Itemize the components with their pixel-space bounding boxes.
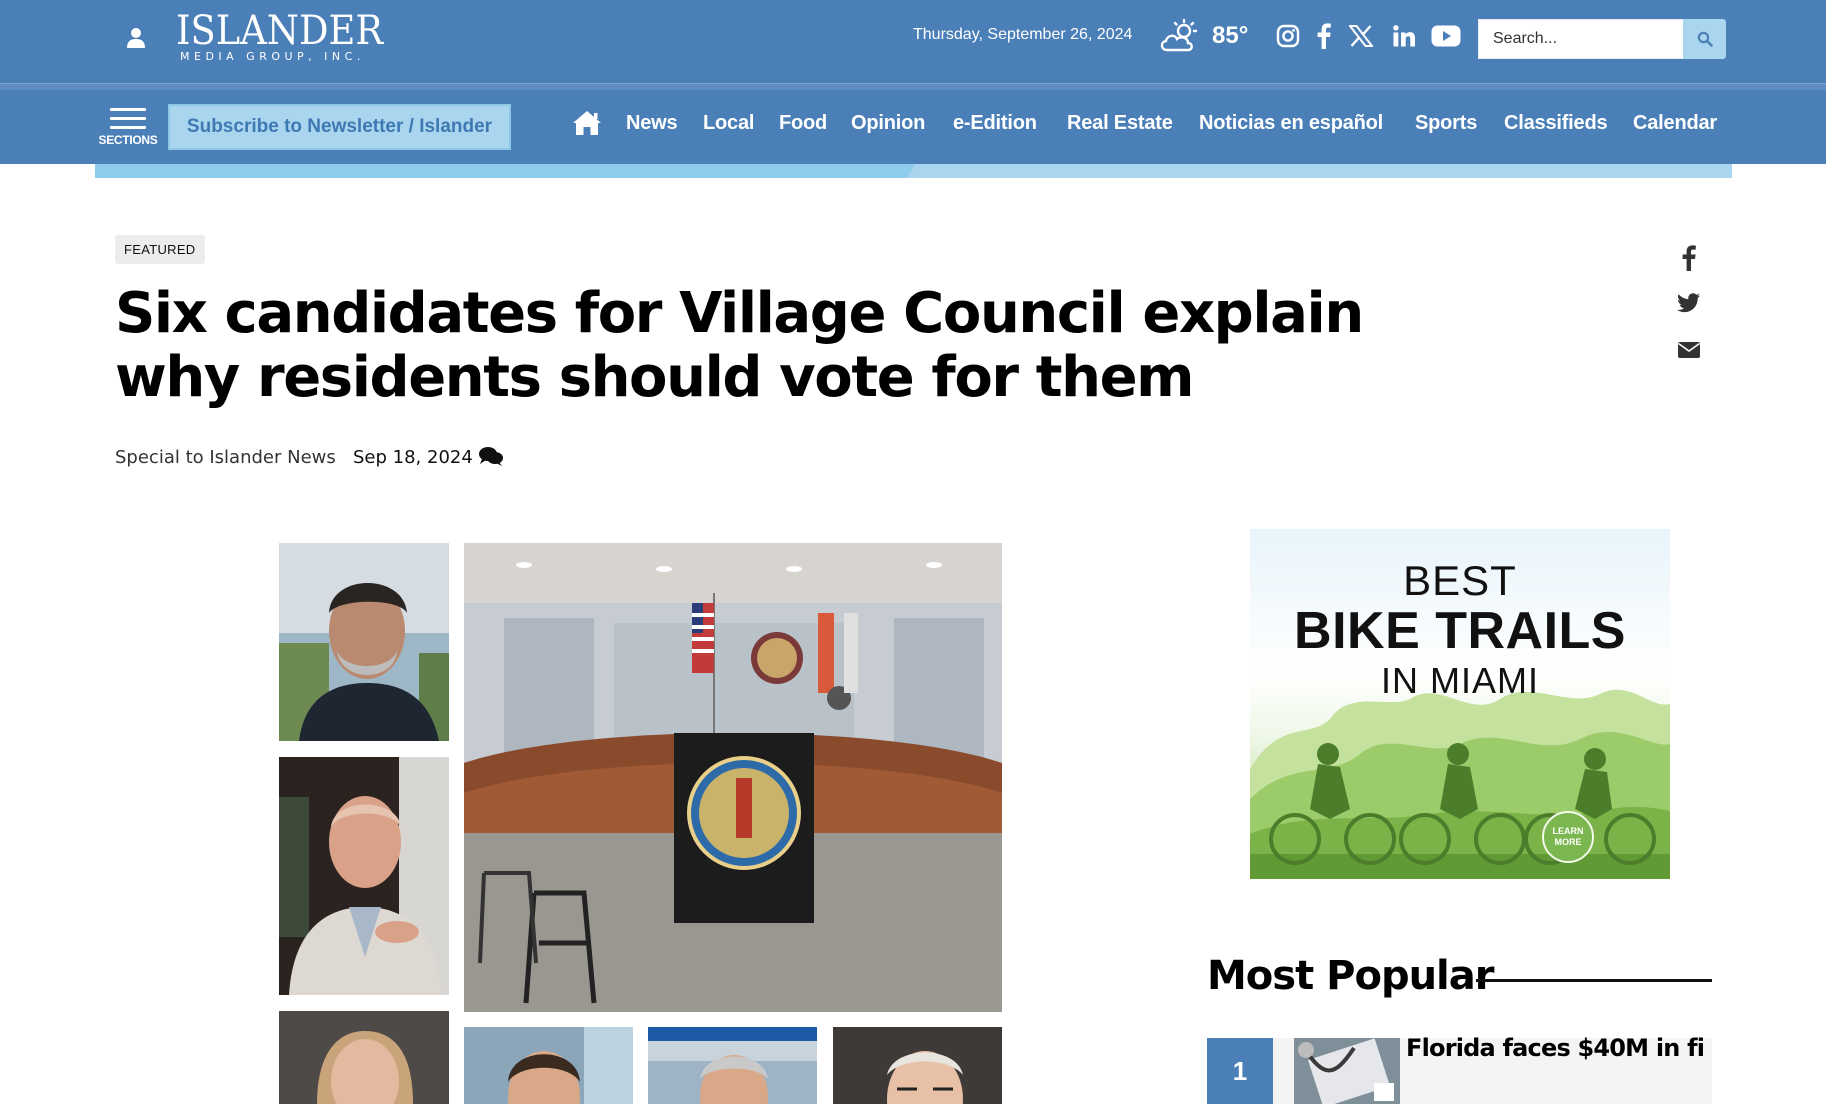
ad-learn-more-button[interactable]: LEARN MORE <box>1542 811 1594 863</box>
instagram-icon[interactable] <box>1274 22 1302 50</box>
user-account-icon[interactable] <box>124 26 148 50</box>
hamburger-icon <box>110 108 146 129</box>
temperature: 85° <box>1212 22 1249 49</box>
search-icon <box>1697 31 1713 47</box>
popular-item-title[interactable]: Florida faces $40M in fin... <box>1406 1034 1706 1062</box>
candidate-photo-3[interactable] <box>279 1011 449 1104</box>
nav-accent-stripe-light <box>95 164 915 178</box>
comments-icon[interactable] <box>478 445 504 469</box>
current-date: Thursday, September 26, 2024 <box>913 26 1133 43</box>
x-icon[interactable] <box>1347 22 1375 50</box>
facebook-icon[interactable] <box>1310 22 1338 50</box>
ad-headline-in-miami: IN MIAMI <box>1381 660 1539 701</box>
article-author[interactable]: Special to Islander News <box>115 447 336 468</box>
most-popular-rule <box>1476 979 1712 982</box>
nav-item-noticias[interactable]: Noticias en español <box>1199 112 1383 135</box>
sections-menu-button[interactable]: SECTIONS <box>96 108 160 160</box>
nav-stripe-edge <box>1732 164 1826 178</box>
article-headline: Six candidates for Village Council expla… <box>115 281 1364 410</box>
candidate-photo-4[interactable] <box>464 1027 633 1104</box>
nav-item-news[interactable]: News <box>626 112 678 135</box>
nav-item-classifieds[interactable]: Classifieds <box>1504 112 1608 135</box>
popular-rank: 1 <box>1207 1038 1273 1104</box>
partly-cloudy-icon <box>1158 18 1202 54</box>
nav-item-sports[interactable]: Sports <box>1415 112 1477 135</box>
nav-stripe-edge-left <box>0 164 95 178</box>
share-facebook-icon[interactable] <box>1676 244 1702 272</box>
sections-label: SECTIONS <box>98 133 158 147</box>
popular-item-thumbnail[interactable] <box>1294 1038 1400 1104</box>
top-bar-divider <box>0 83 1826 90</box>
site-logo[interactable]: ISLANDER MEDIA GROUP, INC. <box>176 8 384 70</box>
search-button[interactable] <box>1683 19 1726 59</box>
council-chamber-photo[interactable] <box>464 543 1002 1012</box>
candidate-photo-1[interactable] <box>279 543 449 741</box>
share-twitter-icon[interactable] <box>1676 291 1702 315</box>
candidate-photo-6[interactable] <box>833 1027 1002 1104</box>
nav-item-e-edition[interactable]: e-Edition <box>953 112 1037 135</box>
share-email-icon[interactable] <box>1676 338 1702 362</box>
bike-trails-ad[interactable]: BEST BIKE TRAILS IN MIAMI LEARN MORE <box>1250 529 1670 879</box>
ad-headline-bike-trails: BIKE TRAILS <box>1294 602 1626 660</box>
youtube-icon[interactable] <box>1430 22 1462 50</box>
nav-item-local[interactable]: Local <box>703 112 754 135</box>
nav-item-real-estate[interactable]: Real Estate <box>1067 112 1173 135</box>
candidate-photo-2[interactable] <box>279 757 449 995</box>
most-popular-heading: Most Popular <box>1207 953 1494 999</box>
nav-item-calendar[interactable]: Calendar <box>1633 112 1717 135</box>
home-icon[interactable] <box>572 110 602 136</box>
nav-item-food[interactable]: Food <box>779 112 827 135</box>
subscribe-newsletter-button[interactable]: Subscribe to Newsletter / Islander <box>168 104 511 150</box>
logo-main-text: ISLANDER <box>176 8 384 54</box>
article-date: Sep 18, 2024 <box>353 447 473 468</box>
search-input[interactable] <box>1478 19 1684 59</box>
ad-headline-best: BEST <box>1403 557 1517 604</box>
linkedin-icon[interactable] <box>1390 22 1418 50</box>
featured-badge[interactable]: FEATURED <box>115 235 205 264</box>
nav-item-opinion[interactable]: Opinion <box>851 112 925 135</box>
candidate-photo-5[interactable] <box>648 1027 817 1104</box>
